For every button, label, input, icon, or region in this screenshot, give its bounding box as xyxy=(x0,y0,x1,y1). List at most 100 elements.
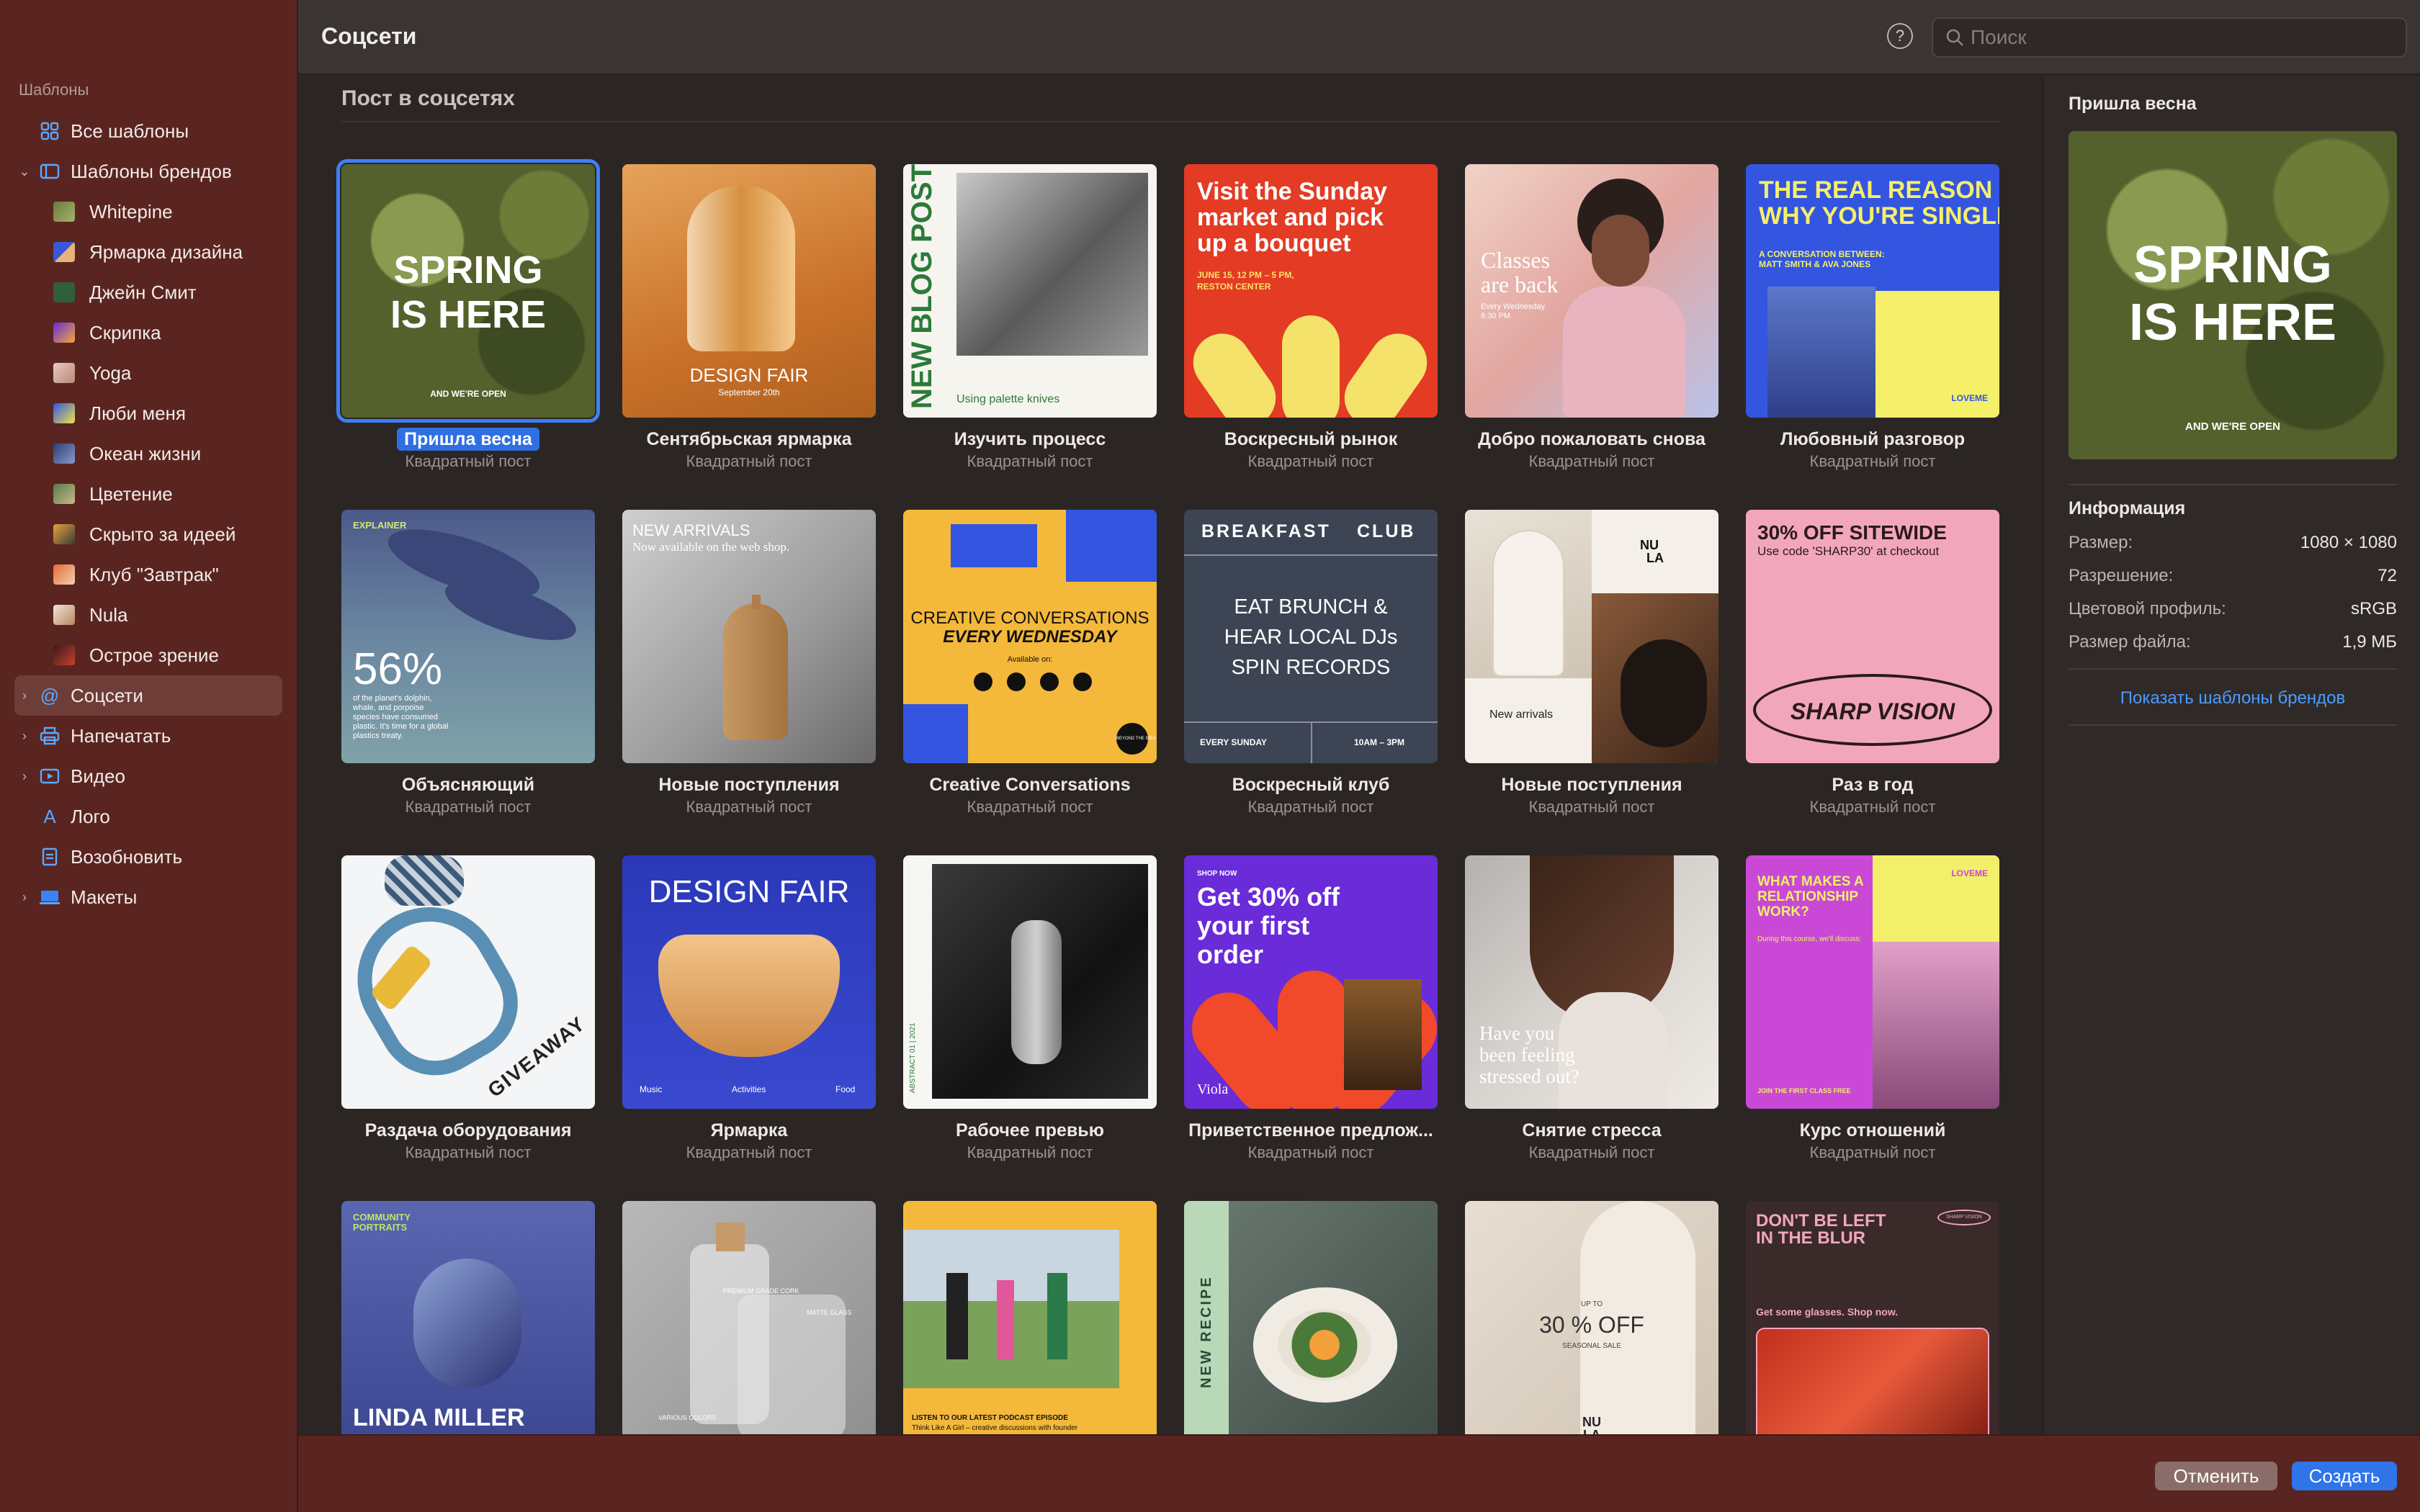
thumb-text: LOVEME xyxy=(1951,393,1988,403)
template-thumbnail[interactable]: SPRING IS HERE AND WE'RE OPEN xyxy=(336,159,600,423)
template-card[interactable]: PREMIUM GRADE CORK MATTE GLASS VARIOUS C… xyxy=(622,1201,876,1434)
sidebar-item-print[interactable]: › Напечатать xyxy=(14,716,282,756)
template-subtitle: Квадратный пост xyxy=(1528,452,1655,470)
template-thumbnail[interactable]: ABSTRACT 01 | 2021 xyxy=(903,855,1157,1109)
chevron-right-icon[interactable]: › xyxy=(17,675,32,716)
template-title: Пришла весна xyxy=(341,428,595,451)
chevron-down-icon[interactable]: ⌄ xyxy=(17,151,32,192)
template-card[interactable]: DESIGN FAIR Music Activities Food Ярмарк… xyxy=(622,855,876,1162)
template-card[interactable]: NEW RECIPE xyxy=(1184,1201,1438,1434)
template-card[interactable]: THE REAL REASON WHY YOU'RE SINGLE A CONV… xyxy=(1746,164,1999,471)
template-card[interactable]: DON'T BE LEFT IN THE BLUR SHARP VISION G… xyxy=(1746,1201,1999,1434)
thumb-text: AND WE'RE OPEN xyxy=(430,389,506,399)
template-thumbnail[interactable]: Have you been feeling stressed out? xyxy=(1465,855,1718,1109)
template-thumbnail[interactable]: COMMUNITY PORTRAITS LINDA MILLER xyxy=(341,1201,595,1434)
sidebar-item-video[interactable]: › Видео xyxy=(14,756,282,796)
template-card[interactable]: EXPLAINER 56% of the planet's dolphin, w… xyxy=(341,510,595,816)
template-card[interactable]: NU LA New arrivals Новые поступления Ква… xyxy=(1465,510,1718,816)
template-thumbnail[interactable]: Visit the Sunday market and pick up a bo… xyxy=(1184,164,1438,418)
template-thumbnail[interactable]: NU LA New arrivals xyxy=(1465,510,1718,763)
chevron-right-icon[interactable]: › xyxy=(17,756,32,796)
sidebar-item-label: Возобновить xyxy=(71,845,183,868)
search-field[interactable] xyxy=(1932,17,2407,58)
template-title: Воскресный клуб xyxy=(1232,775,1390,795)
sidebar-item-mockups[interactable]: › Макеты xyxy=(14,877,282,917)
sidebar-item-social[interactable]: › @ Соцсети xyxy=(14,675,282,716)
template-subtitle: Квадратный пост xyxy=(686,1143,812,1161)
brand-thumbnail-icon xyxy=(53,605,75,625)
template-thumbnail[interactable]: Classes are back Every Wednesday 6:30 PM xyxy=(1465,164,1718,418)
template-card[interactable]: ABSTRACT 01 | 2021 Рабочее превью Квадра… xyxy=(903,855,1157,1162)
thumb-text: Have you xyxy=(1479,1022,1555,1044)
template-card[interactable]: Visit the Sunday market and pick up a bo… xyxy=(1184,164,1438,471)
template-thumbnail[interactable]: GIVEAWAY xyxy=(341,855,595,1109)
sidebar-item-brand[interactable]: Ярмарка дизайна xyxy=(14,232,282,272)
create-button[interactable]: Создать xyxy=(2292,1462,2397,1490)
template-card[interactable]: DESIGN FAIR September 20th Сентябрьская … xyxy=(622,164,876,471)
thumb-text: WORK? xyxy=(1757,904,1809,919)
template-thumbnail[interactable]: WHAT MAKES A RELATIONSHIP WORK? LOVEME D… xyxy=(1746,855,1999,1109)
template-card[interactable]: WHAT MAKES A RELATIONSHIP WORK? LOVEME D… xyxy=(1746,855,1999,1162)
sidebar-item-brand[interactable]: Острое зрение xyxy=(14,635,282,675)
template-thumbnail[interactable]: NEW BLOG POST Using palette knives xyxy=(903,164,1157,418)
sidebar-item-brand[interactable]: Клуб "Завтрак" xyxy=(14,554,282,595)
search-input[interactable] xyxy=(1971,19,2388,56)
sidebar-item-brand[interactable]: Whitepine xyxy=(14,192,282,232)
template-card[interactable]: NEW BLOG POST Using palette knives Изучи… xyxy=(903,164,1157,471)
sidebar-item-resume[interactable]: Возобновить xyxy=(14,837,282,877)
template-thumbnail[interactable]: THE REAL REASON WHY YOU'RE SINGLE A CONV… xyxy=(1746,164,1999,418)
sidebar-item-brand[interactable]: Nula xyxy=(14,595,282,635)
template-title: Объясняющий xyxy=(401,775,535,795)
sidebar-item-brand[interactable]: Океан жизни xyxy=(14,433,282,474)
template-thumbnail[interactable]: LISTEN TO OUR LATEST PODCAST EPISODE Thi… xyxy=(903,1201,1157,1434)
template-card[interactable]: CREATIVE CONVERSATIONS EVERY WEDNESDAY A… xyxy=(903,510,1157,816)
template-thumbnail[interactable]: DESIGN FAIR September 20th xyxy=(622,164,876,418)
sidebar-item-brand[interactable]: Yoga xyxy=(14,353,282,393)
thumb-text: DESIGN FAIR xyxy=(648,874,850,909)
template-card[interactable]: GIVEAWAY Раздача оборудования Квадратный… xyxy=(341,855,595,1162)
template-card[interactable]: UP TO 30 % OFF SEASONAL SALE NU LA xyxy=(1465,1201,1718,1434)
show-brand-templates-link[interactable]: Показать шаблоны брендов xyxy=(2069,688,2397,708)
template-card[interactable]: SPRING IS HERE AND WE'RE OPEN Пришла вес… xyxy=(336,159,600,471)
thumb-text: HEAR LOCAL DJs xyxy=(1224,626,1398,649)
chevron-right-icon[interactable]: › xyxy=(17,716,32,756)
template-thumbnail[interactable]: CREATIVE CONVERSATIONS EVERY WEDNESDAY A… xyxy=(903,510,1157,763)
template-thumbnail[interactable]: BREAKFAST CLUB EAT BRUNCH & HEAR LOCAL D… xyxy=(1184,510,1438,763)
inspector-title: Пришла весна xyxy=(2069,94,2197,114)
template-thumbnail[interactable]: DON'T BE LEFT IN THE BLUR SHARP VISION G… xyxy=(1746,1201,1999,1434)
template-card[interactable]: SHOP NOW Get 30% off your first order Vi… xyxy=(1184,855,1438,1162)
cancel-button[interactable]: Отменить xyxy=(2155,1462,2277,1490)
template-thumbnail[interactable]: SHOP NOW Get 30% off your first order Vi… xyxy=(1184,855,1438,1109)
laptop-icon xyxy=(39,887,60,907)
sidebar-item-brand[interactable]: Джейн Смит xyxy=(14,272,282,312)
help-button[interactable]: ? xyxy=(1887,23,1913,49)
thumb-text: ABSTRACT 01 | 2021 xyxy=(909,1022,917,1093)
template-thumbnail[interactable]: NEW RECIPE xyxy=(1184,1201,1438,1434)
sidebar-item-brand-templates[interactable]: ⌄ Шаблоны брендов xyxy=(14,151,282,192)
template-card[interactable]: LISTEN TO OUR LATEST PODCAST EPISODE Thi… xyxy=(903,1201,1157,1434)
template-thumbnail[interactable]: 30% OFF SITEWIDE Use code 'SHARP30' at c… xyxy=(1746,510,1999,763)
sidebar-item-brand[interactable]: Скрипка xyxy=(14,312,282,353)
template-thumbnail[interactable]: DESIGN FAIR Music Activities Food xyxy=(622,855,876,1109)
sidebar: Шаблоны Все шаблоны ⌄ Шаблоны брендов Wh… xyxy=(0,0,298,1512)
template-card[interactable]: NEW ARRIVALS Now available on the web sh… xyxy=(622,510,876,816)
template-thumbnail[interactable]: PREMIUM GRADE CORK MATTE GLASS VARIOUS C… xyxy=(622,1201,876,1434)
template-thumbnail[interactable]: NEW ARRIVALS Now available on the web sh… xyxy=(622,510,876,763)
template-thumbnail[interactable]: EXPLAINER 56% of the planet's dolphin, w… xyxy=(341,510,595,763)
sidebar-item-brand[interactable]: Цветение xyxy=(14,474,282,514)
template-card[interactable]: 30% OFF SITEWIDE Use code 'SHARP30' at c… xyxy=(1746,510,1999,816)
template-card[interactable]: Classes are back Every Wednesday 6:30 PM… xyxy=(1465,164,1718,471)
template-card[interactable]: BREAKFAST CLUB EAT BRUNCH & HEAR LOCAL D… xyxy=(1184,510,1438,816)
sidebar-item-brand[interactable]: Скрыто за идеей xyxy=(14,514,282,554)
template-thumbnail[interactable]: UP TO 30 % OFF SEASONAL SALE NU LA xyxy=(1465,1201,1718,1434)
template-card[interactable]: COMMUNITY PORTRAITS LINDA MILLER xyxy=(341,1201,595,1434)
sidebar-item-label: Ярмарка дизайна xyxy=(89,240,243,263)
sidebar-item-logo[interactable]: A Лого xyxy=(14,796,282,837)
info-heading: Информация xyxy=(2069,498,2186,518)
preview-text: SPRING xyxy=(2133,236,2333,294)
chevron-right-icon[interactable]: › xyxy=(17,877,32,917)
template-card[interactable]: Have you been feeling stressed out? Снят… xyxy=(1465,855,1718,1162)
sidebar-item-all-templates[interactable]: Все шаблоны xyxy=(14,111,282,151)
template-subtitle: Квадратный пост xyxy=(1809,452,1936,470)
sidebar-item-brand[interactable]: Люби меня xyxy=(14,393,282,433)
